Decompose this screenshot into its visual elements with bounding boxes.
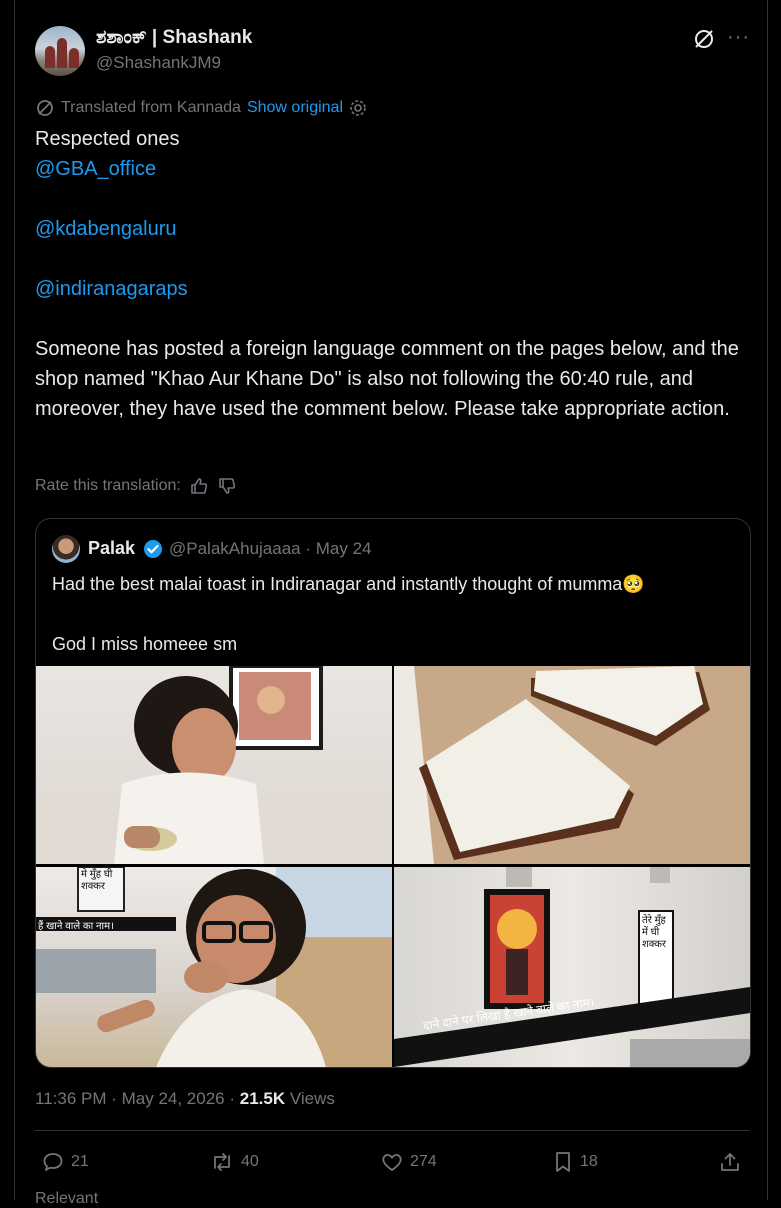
wall-banner-text: हैं खाने वाले का नाम।: [38, 921, 114, 932]
share-button[interactable]: [718, 1150, 742, 1174]
reply-icon: [41, 1150, 65, 1174]
bookmark-count: 18: [580, 1153, 598, 1170]
quoted-line: Had the best malai toast in Indiranagar …: [52, 574, 645, 594]
repost-icon: [209, 1150, 235, 1174]
translation-settings-icon[interactable]: [349, 99, 367, 117]
repost-button[interactable]: 40: [209, 1150, 259, 1174]
mention-link[interactable]: @kdabengaluru: [35, 214, 747, 244]
action-bar: 21 40 274 18: [35, 1150, 749, 1180]
body-paragraph: Someone has posted a foreign language co…: [35, 338, 739, 420]
more-options-icon[interactable]: ···: [727, 26, 750, 49]
views-label: Views: [285, 1089, 335, 1108]
author-handle[interactable]: @ShashankJM9: [96, 53, 221, 73]
tweet-body: Respected ones @GBA_office @kdabengaluru…: [35, 124, 747, 424]
photo-girl-with-glasses[interactable]: मे मुँह घी शक्कर हैं खाने वाले का नाम।: [36, 867, 392, 1067]
bookmark-icon: [552, 1150, 574, 1174]
timestamp-text: 11:36 PM · May 24, 2026 ·: [35, 1089, 240, 1108]
heart-icon: [380, 1150, 404, 1174]
quoted-author-name[interactable]: Palak: [88, 538, 135, 559]
photo-cafe-interior[interactable]: तेरे मुँह में घी शक्कर दाने दाने पर लिखा…: [394, 867, 750, 1067]
poster-text: तेरे मुँह में घी शक्कर: [642, 915, 667, 950]
mention-link[interactable]: @indiranagaraps: [35, 274, 747, 304]
quoted-author-avatar[interactable]: [52, 535, 80, 563]
relevant-sort-label[interactable]: Relevant: [35, 1190, 98, 1208]
thumbs-up-icon[interactable]: [189, 476, 209, 496]
show-original-link[interactable]: Show original: [247, 99, 343, 117]
like-count: 274: [410, 1153, 437, 1170]
media-grid: मे मुँह घी शक्कर हैं खाने वाले का नाम। त…: [36, 666, 750, 1067]
views-count: 21.5K: [239, 1089, 286, 1108]
photo-woman-eating-toast[interactable]: [36, 666, 392, 864]
translate-icon: [35, 98, 55, 118]
mention-link[interactable]: @GBA_office: [35, 154, 747, 184]
verified-badge-icon: [143, 539, 163, 559]
reply-button[interactable]: 21: [41, 1150, 89, 1174]
repost-count: 40: [241, 1153, 259, 1170]
author-name[interactable]: ಶಶಾಂಕ್ | Shashank: [96, 27, 252, 49]
quoted-handle-date: @PalakAhujaaaa · May 24: [169, 539, 372, 558]
share-icon: [718, 1150, 742, 1174]
like-button[interactable]: 274: [380, 1150, 437, 1174]
grok-icon[interactable]: [692, 27, 716, 51]
poster-text: मे मुँह घी शक्कर: [81, 869, 113, 892]
quoted-line: God I miss homeee sm: [52, 634, 238, 654]
reply-count: 21: [71, 1153, 89, 1170]
translation-bar: Translated from Kannada Show original: [35, 98, 367, 118]
rate-label: Rate this translation:: [35, 477, 181, 494]
divider: [35, 1130, 749, 1131]
photo-malai-toast[interactable]: [394, 666, 750, 864]
quoted-text: Had the best malai toast in Indiranagar …: [52, 569, 732, 659]
tweet-timestamp[interactable]: 11:36 PM · May 24, 2026 · 21.5K Views: [35, 1089, 335, 1109]
translated-label: Translated from Kannada: [61, 99, 241, 116]
rate-translation: Rate this translation:: [35, 476, 237, 496]
thumbs-down-icon[interactable]: [217, 476, 237, 496]
quoted-tweet[interactable]: Palak @PalakAhujaaaa · May 24 Had the be…: [35, 518, 751, 1068]
bookmark-button[interactable]: 18: [552, 1150, 598, 1174]
body-line: Respected ones: [35, 128, 180, 150]
author-avatar[interactable]: [35, 26, 85, 76]
